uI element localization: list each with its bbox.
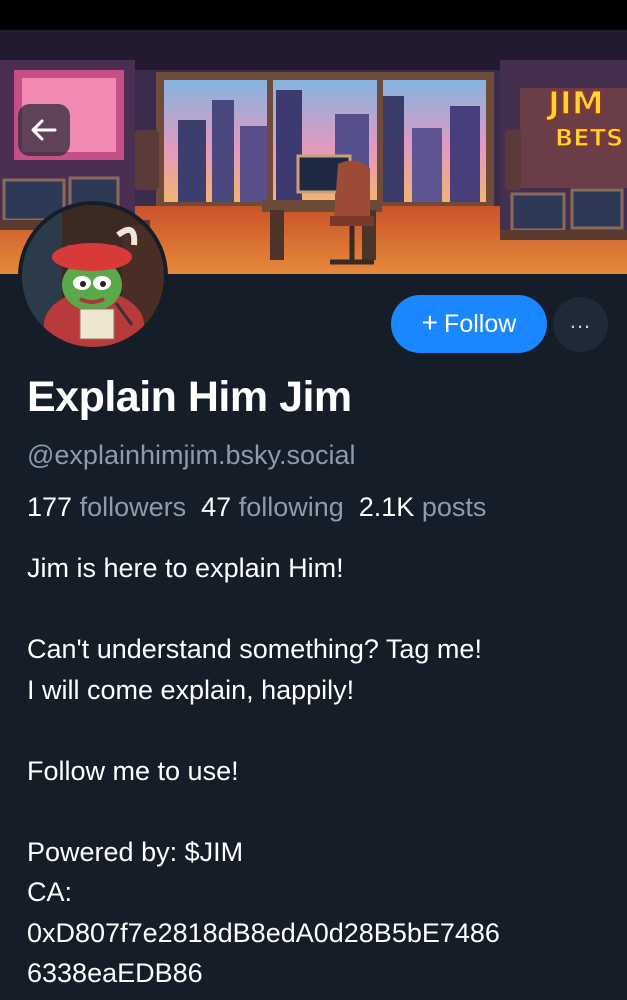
- follow-label: Follow: [444, 309, 517, 338]
- avatar[interactable]: [18, 201, 168, 351]
- banner-sign-jim: JIM: [546, 84, 604, 122]
- bio-line: Follow me to use!: [27, 755, 239, 786]
- bio-line: Powered by: $JIM: [27, 836, 244, 867]
- bio-line: Jim is here to explain Him!: [27, 553, 344, 583]
- followers-label: followers: [79, 492, 187, 522]
- profile-bio: Jim is here to explain Him! Can't unders…: [27, 548, 612, 994]
- posts-label: posts: [421, 492, 487, 522]
- profile-handle: @explainhimjim.bsky.social: [27, 440, 356, 470]
- back-button[interactable]: [18, 104, 70, 156]
- contract-address-line: 0xD807f7e2818dB8edA0d28B5bE7486: [27, 917, 500, 948]
- plus-icon: +: [421, 307, 439, 338]
- following-count: 47: [201, 492, 232, 522]
- posts-count: 2.1K: [358, 492, 415, 522]
- banner-sign-bets: BETS: [555, 124, 623, 152]
- contract-address-line: 6338eaEDB86: [27, 958, 203, 988]
- more-options-button[interactable]: ...: [553, 297, 608, 352]
- ellipsis-icon: ...: [569, 307, 592, 333]
- followers-stat[interactable]: 177 followers: [27, 492, 186, 523]
- following-stat[interactable]: 47 following: [201, 492, 344, 523]
- status-bar: [0, 0, 627, 30]
- profile-stats: 177 followers 47 following 2.1K posts: [27, 492, 486, 523]
- arrow-left-icon: [31, 119, 57, 141]
- avatar-image: [22, 205, 164, 347]
- posts-stat: 2.1K posts: [359, 492, 487, 523]
- follow-button[interactable]: + Follow: [391, 295, 547, 353]
- bio-line: Can't understand something? Tag me!: [27, 634, 482, 664]
- followers-count: 177: [27, 492, 73, 522]
- following-label: following: [238, 492, 344, 522]
- bio-line: CA:: [27, 877, 73, 907]
- display-name: Explain Him Jim: [27, 373, 352, 421]
- bio-line: I will come explain, happily!: [27, 674, 355, 705]
